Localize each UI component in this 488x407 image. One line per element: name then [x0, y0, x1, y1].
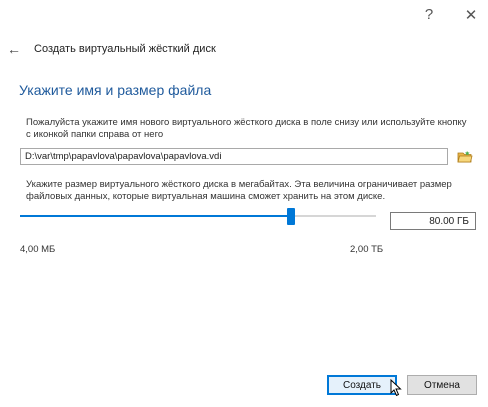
location-instructions: Пожалуйста укажите имя нового виртуально… — [26, 117, 467, 140]
section-heading: Укажите имя и размер файла — [19, 82, 212, 98]
cancel-button[interactable]: Отмена — [407, 375, 477, 395]
slider-thumb[interactable] — [286, 208, 295, 225]
slider-max-label: 2,00 ТБ — [350, 244, 384, 255]
folder-open-icon[interactable] — [457, 149, 473, 165]
size-instructions: Укажите размер виртуального жёсткого дис… — [26, 179, 452, 202]
create-button[interactable]: Создать — [327, 375, 397, 395]
file-path-input[interactable] — [20, 148, 448, 165]
dialog-header: ← Создать виртуальный жёсткий диск — [6, 40, 488, 58]
help-icon[interactable]: ? — [422, 6, 436, 24]
create-virtual-disk-dialog: ? ✕ ← Создать виртуальный жёсткий диск У… — [0, 0, 488, 407]
dialog-title: Создать виртуальный жёсткий диск — [34, 43, 216, 55]
slider-fill — [20, 215, 291, 217]
back-arrow-icon[interactable]: ← — [6, 41, 22, 57]
close-icon[interactable]: ✕ — [464, 6, 478, 24]
window-controls: ? ✕ — [422, 6, 478, 24]
slider-min-label: 4,00 МБ — [20, 244, 56, 255]
size-slider[interactable] — [20, 206, 376, 226]
size-input[interactable] — [390, 212, 476, 230]
